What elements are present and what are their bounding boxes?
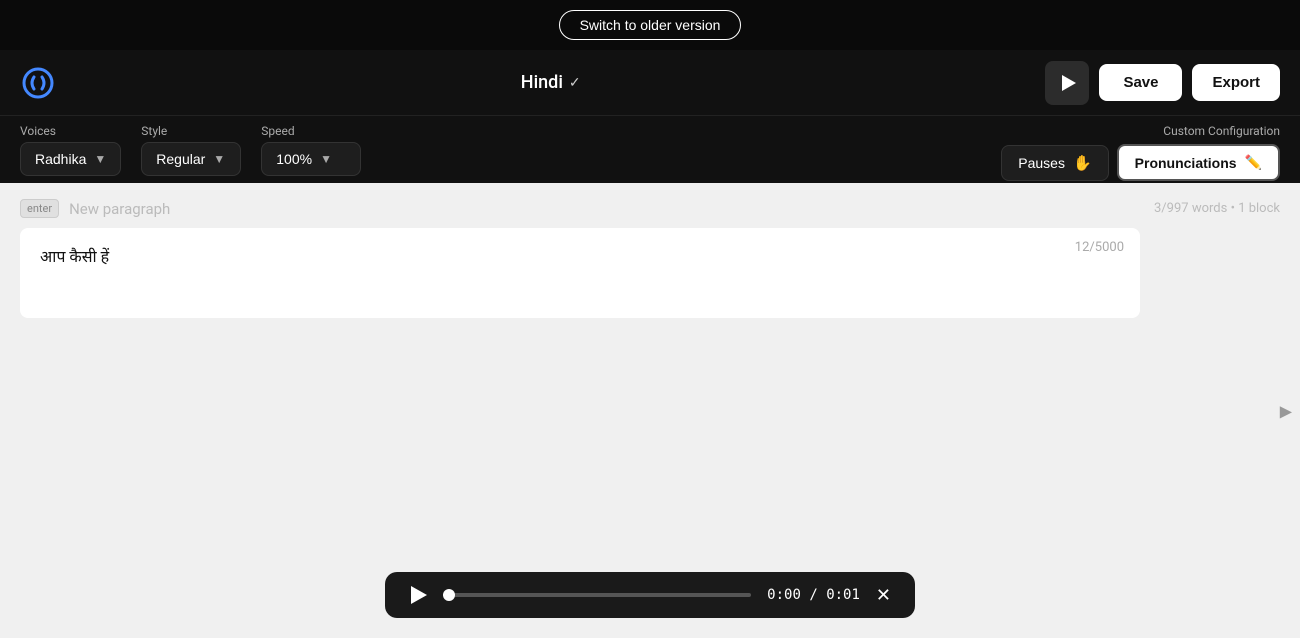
speed-control: Speed 100% ▼ — [261, 124, 361, 176]
pause-hand-icon: ✋ — [1073, 154, 1092, 172]
header-center: Hindi ✓ — [72, 72, 1029, 93]
controls-bar: Voices Radhika ▼ Style Regular ▼ Speed 1… — [0, 115, 1300, 183]
save-button[interactable]: Save — [1099, 64, 1182, 101]
close-player-button[interactable]: ✕ — [876, 586, 891, 604]
speed-dropdown[interactable]: 100% ▼ — [261, 142, 361, 176]
play-header-button[interactable] — [1045, 61, 1089, 105]
config-buttons: Pauses ✋ Pronunciations ✏️ — [1001, 144, 1280, 181]
pen-icon: ✏️ — [1245, 154, 1262, 171]
style-control: Style Regular ▼ — [141, 124, 241, 176]
total-time: 0:01 — [826, 587, 860, 603]
time-separator: / — [809, 587, 826, 603]
new-paragraph-row: enter New paragraph 3/997 words • 1 bloc… — [20, 199, 1280, 218]
pronunciations-label: Pronunciations — [1135, 155, 1237, 171]
play-icon — [1062, 75, 1076, 91]
enter-badge: enter — [20, 199, 59, 218]
style-value: Regular — [156, 151, 205, 167]
header-actions: Save Export — [1045, 61, 1280, 105]
pauses-label: Pauses — [1018, 155, 1065, 171]
time-display: 0:00 / 0:01 — [767, 587, 860, 603]
player-bar: 0:00 / 0:01 ✕ — [385, 572, 915, 618]
custom-config-section: Custom Configuration Pauses ✋ Pronunciat… — [1001, 124, 1280, 181]
switch-version-button[interactable]: Switch to older version — [559, 10, 742, 40]
text-content[interactable]: आप कैसी हें — [40, 244, 1120, 270]
progress-thumb[interactable] — [443, 589, 455, 601]
progress-track[interactable] — [443, 593, 751, 597]
style-label: Style — [141, 124, 241, 138]
player-play-icon — [411, 586, 427, 604]
pauses-button[interactable]: Pauses ✋ — [1001, 145, 1108, 181]
main-content: enter New paragraph 3/997 words • 1 bloc… — [0, 183, 1300, 638]
word-count: 3/997 words • 1 block — [1154, 201, 1280, 216]
custom-config-label: Custom Configuration — [1163, 124, 1280, 138]
text-block[interactable]: 12/5000 आप कैसी हें — [20, 228, 1140, 318]
voices-label: Voices — [20, 124, 121, 138]
top-banner: Switch to older version — [0, 0, 1300, 50]
speed-chevron-icon: ▼ — [320, 152, 332, 166]
voices-control: Voices Radhika ▼ — [20, 124, 121, 176]
player-play-button[interactable] — [409, 586, 427, 604]
export-button[interactable]: Export — [1192, 64, 1280, 101]
style-dropdown[interactable]: Regular ▼ — [141, 142, 241, 176]
char-count: 12/5000 — [1075, 240, 1124, 255]
speed-label: Speed — [261, 124, 361, 138]
style-chevron-icon: ▼ — [213, 152, 225, 166]
voices-dropdown[interactable]: Radhika ▼ — [20, 142, 121, 176]
voices-value: Radhika — [35, 151, 86, 167]
app-logo — [20, 65, 56, 101]
pronunciations-button[interactable]: Pronunciations ✏️ — [1117, 144, 1280, 181]
current-time: 0:00 — [767, 587, 801, 603]
language-label: Hindi — [521, 72, 563, 93]
language-chevron-icon: ✓ — [569, 75, 581, 91]
sidebar-expand-icon[interactable]: ▶ — [1280, 401, 1292, 420]
new-paragraph-placeholder: New paragraph — [69, 200, 170, 218]
speed-value: 100% — [276, 151, 312, 167]
voices-chevron-icon: ▼ — [94, 152, 106, 166]
language-selector[interactable]: Hindi ✓ — [521, 72, 581, 93]
header: Hindi ✓ Save Export — [0, 50, 1300, 115]
